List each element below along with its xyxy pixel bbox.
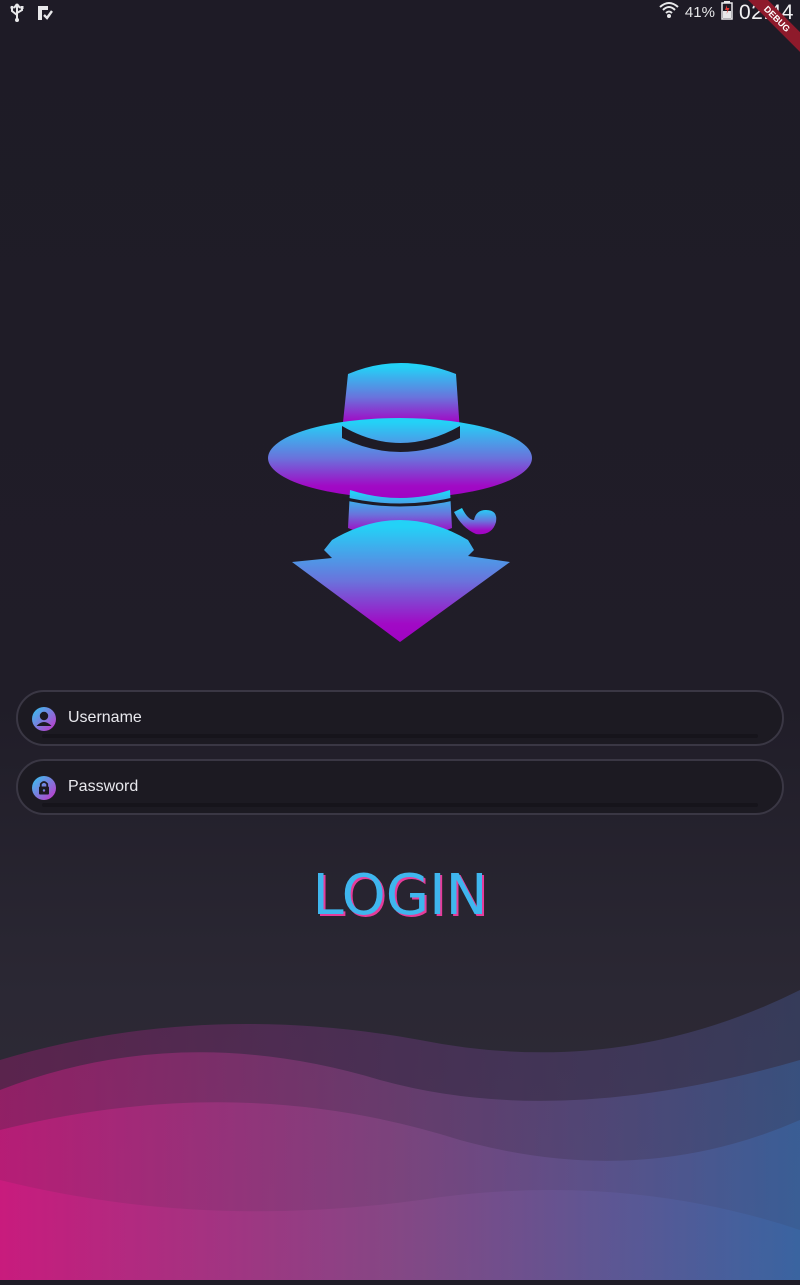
- app-notification-icon: [36, 3, 54, 28]
- usb-icon: [8, 3, 26, 28]
- lock-icon: [31, 775, 57, 801]
- login-button[interactable]: LOGIN LOGIN: [300, 858, 500, 934]
- battery-icon: [721, 0, 733, 25]
- login-label-text: LOGIN: [312, 863, 488, 928]
- login-label: LOGIN LOGIN: [300, 858, 500, 934]
- battery-percent: 41%: [684, 4, 715, 21]
- user-icon: [31, 706, 57, 732]
- status-bar: 41% 02:44: [0, 0, 800, 26]
- field-underline: [42, 803, 758, 807]
- decorative-waves: [0, 980, 800, 1280]
- field-underline: [42, 734, 758, 738]
- username-field[interactable]: [16, 690, 784, 746]
- password-field[interactable]: [16, 759, 784, 815]
- spy-hat-logo-icon: [262, 352, 538, 648]
- wifi-icon: [659, 0, 679, 25]
